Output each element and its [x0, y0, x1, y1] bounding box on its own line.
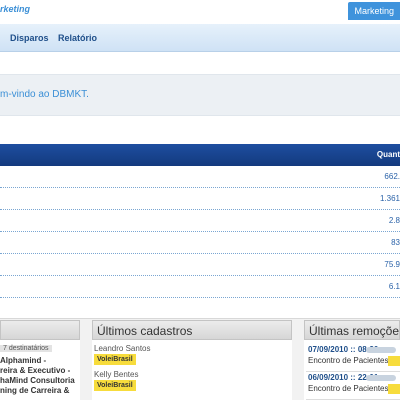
panel-title: Últimas remoçõe — [309, 324, 400, 338]
table-row[interactable]: 6.1 — [0, 276, 400, 298]
campaign-line[interactable]: Alphamind - — [0, 356, 46, 365]
nav-item-relatorio[interactable]: Relatório — [58, 33, 97, 43]
panel-header: Últimos cadastros — [92, 320, 292, 340]
redacted-text — [366, 375, 396, 381]
top-bar: rketing Marketing — [0, 0, 400, 24]
latest-signups-panel: Últimos cadastros Leandro Santos VoleiBr… — [92, 320, 292, 400]
removal-description: Encontro de Pacientes. — [308, 356, 391, 365]
welcome-banner: m-vindo ao DBMKT. — [0, 74, 400, 116]
main-nav: Disparos Relatório — [0, 24, 400, 52]
campaign-line[interactable]: reira & Executivo - — [0, 366, 70, 375]
list-tag — [388, 384, 400, 394]
panel-header: Últimas remoçõe — [304, 320, 400, 340]
list-item[interactable]: 07/09/2010 :: 08:30 Encontro de Paciente… — [306, 344, 400, 372]
table-row[interactable]: 662. — [0, 166, 400, 188]
campaign-panel: 7 destinatários Alphamind - reira & Exec… — [0, 320, 80, 400]
row-quantity: 662. — [384, 172, 400, 181]
removal-description: Encontro de Pacientes. — [308, 384, 391, 393]
table-row[interactable]: 83 — [0, 232, 400, 254]
nav-item-disparos[interactable]: Disparos — [10, 33, 49, 43]
brand-logo-text[interactable]: rketing — [0, 4, 30, 14]
campaign-line[interactable]: ning de Carreira & — [0, 386, 69, 395]
contact-name: Kelly Bentes — [94, 370, 139, 379]
list-tag: VoleiBrasil — [94, 354, 136, 365]
row-quantity: 75.9 — [384, 260, 400, 269]
row-quantity: 2.8 — [388, 216, 400, 225]
panel-header — [0, 320, 80, 340]
list-tag: VoleiBrasil — [94, 380, 136, 391]
campaign-line[interactable]: haMind Consultoria — [0, 376, 75, 385]
redacted-text — [366, 347, 396, 353]
table-row[interactable]: 2.8 — [0, 210, 400, 232]
row-quantity: 6.1 — [388, 282, 400, 291]
marketing-button[interactable]: Marketing — [348, 2, 400, 20]
column-header-quantidade[interactable]: Quant — [377, 150, 400, 159]
table-row[interactable]: 1.361 — [0, 188, 400, 210]
list-item[interactable]: 06/09/2010 :: 22:01 Encontro de Paciente… — [306, 372, 400, 400]
welcome-text: m-vindo ao DBMKT. — [0, 89, 89, 100]
row-quantity: 83 — [391, 238, 400, 247]
page: rketing Marketing Disparos Relatório m-v… — [0, 0, 400, 400]
recipients-badge: 7 destinatários — [0, 345, 52, 352]
list-tag — [388, 356, 400, 366]
panel-title: Últimos cadastros — [97, 324, 193, 338]
latest-removals-panel: Últimas remoçõe 07/09/2010 :: 08:30 Enco… — [304, 320, 400, 400]
contact-name: Leandro Santos — [94, 344, 151, 353]
table-row[interactable]: 75.9 — [0, 254, 400, 276]
table-header: Quant — [0, 144, 400, 166]
row-quantity: 1.361 — [379, 194, 400, 203]
